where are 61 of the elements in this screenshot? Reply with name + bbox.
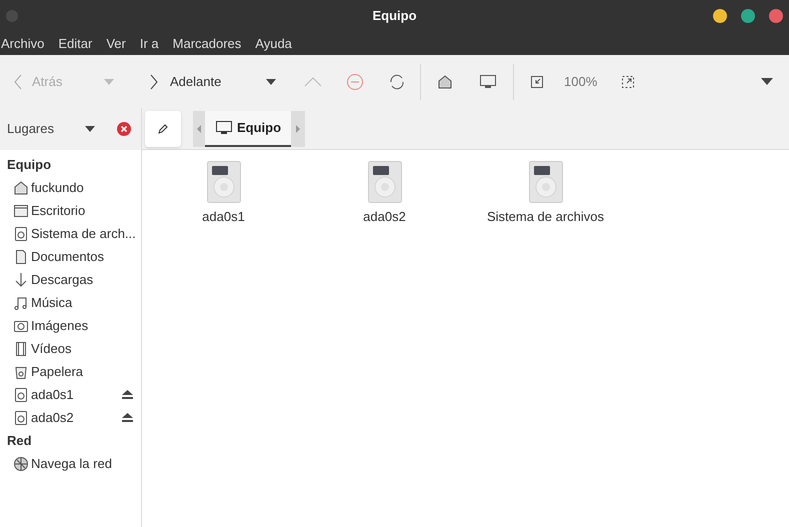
hard-drive-icon bbox=[368, 161, 402, 203]
sidebar-item[interactable]: Escritorio bbox=[7, 199, 141, 222]
sidebar-heading: Red bbox=[7, 432, 33, 450]
home-icon[interactable] bbox=[437, 74, 453, 90]
document-icon bbox=[13, 248, 29, 264]
window-icon bbox=[13, 202, 29, 218]
breadcrumb-button[interactable]: Equipo bbox=[205, 110, 292, 146]
menu-item[interactable]: Editar bbox=[58, 34, 92, 54]
forward-button[interactable]: Adelante bbox=[150, 72, 266, 92]
sidebar-item[interactable]: Documentos bbox=[7, 245, 141, 268]
dropdown-arrow-icon[interactable] bbox=[266, 78, 276, 84]
reload-icon[interactable] bbox=[388, 72, 406, 90]
drive-icon bbox=[13, 410, 29, 426]
menu-item[interactable]: Ir a bbox=[140, 34, 159, 54]
sidebar-item[interactable]: fuckundo bbox=[7, 176, 141, 199]
minimize-button[interactable] bbox=[713, 9, 727, 23]
zoom-out-icon[interactable] bbox=[530, 74, 544, 88]
drive-icon bbox=[13, 226, 29, 242]
house-icon bbox=[13, 180, 29, 196]
sidebar-item[interactable]: Descargas bbox=[7, 268, 141, 291]
menu-item[interactable]: Marcadores bbox=[172, 34, 242, 54]
eject-icon[interactable] bbox=[122, 413, 133, 422]
zoom-in-icon[interactable] bbox=[621, 74, 636, 88]
places-selector[interactable]: Lugares bbox=[7, 119, 77, 139]
hard-drive-icon bbox=[206, 161, 240, 203]
sidebar-item[interactable]: ada0s2 bbox=[7, 406, 141, 429]
dropdown-arrow-icon[interactable] bbox=[85, 126, 95, 132]
hard-drive-icon bbox=[528, 161, 562, 203]
menu-item[interactable]: Archivo bbox=[1, 34, 44, 54]
zoom-level[interactable]: 100% bbox=[564, 72, 598, 92]
globe-icon bbox=[13, 456, 29, 472]
window-title: Equipo bbox=[371, 7, 418, 26]
left-arrow-icon bbox=[197, 124, 201, 132]
file-item[interactable]: ada0s2 bbox=[304, 161, 465, 226]
dropdown-arrow-icon[interactable] bbox=[761, 78, 773, 85]
forward-chevron-icon bbox=[150, 74, 158, 90]
down-arrow-icon bbox=[13, 272, 29, 288]
sidebar-item[interactable]: Vídeos bbox=[7, 337, 141, 360]
drive-icon bbox=[13, 386, 29, 402]
file-item[interactable]: Sistema de archivos bbox=[465, 161, 626, 226]
sidebar-item[interactable]: Navega la red bbox=[7, 452, 141, 475]
monitor-icon[interactable] bbox=[479, 74, 497, 90]
back-chevron-icon bbox=[14, 74, 22, 90]
maximize-button[interactable] bbox=[741, 9, 755, 23]
sidebar-item[interactable]: Papelera bbox=[7, 360, 141, 383]
monitor-icon bbox=[215, 120, 233, 136]
pencil-icon bbox=[157, 122, 169, 134]
close-icon[interactable] bbox=[117, 122, 131, 136]
file-item[interactable]: ada0s1 bbox=[143, 161, 304, 226]
menu-item[interactable]: Ayuda bbox=[255, 34, 292, 54]
eject-icon[interactable] bbox=[122, 390, 133, 399]
sidebar-item[interactable]: Música bbox=[7, 291, 141, 314]
menu-item[interactable]: Ver bbox=[106, 34, 126, 54]
film-icon bbox=[13, 340, 29, 356]
sidebar-item[interactable]: ada0s1 bbox=[7, 383, 141, 406]
right-arrow-icon bbox=[296, 124, 300, 132]
sidebar-heading: Equipo bbox=[7, 156, 52, 174]
sidebar-item[interactable]: Sistema de arch... bbox=[7, 222, 141, 245]
sidebar-item[interactable]: Imágenes bbox=[7, 314, 141, 337]
music-note-icon bbox=[13, 294, 29, 310]
close-button[interactable] bbox=[769, 9, 783, 23]
